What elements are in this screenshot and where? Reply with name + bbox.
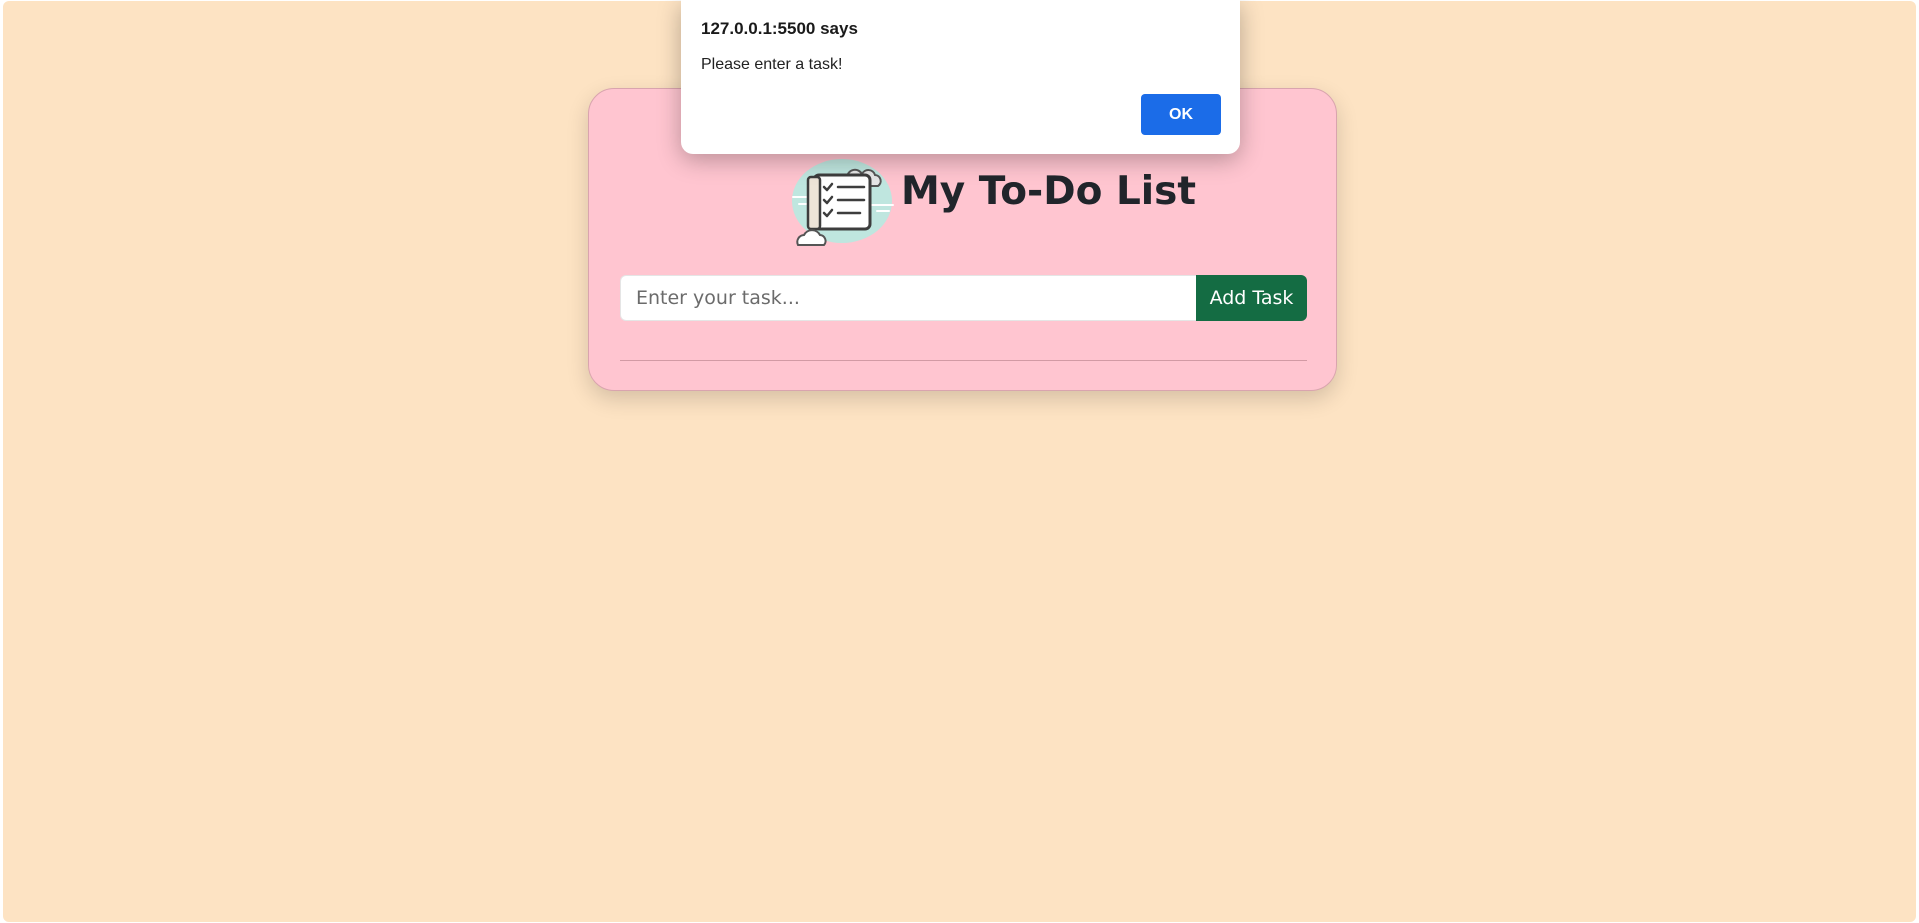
page-title: My To-Do List [901, 169, 1197, 214]
task-input-row: Add Task [620, 275, 1307, 321]
checklist-icon [792, 159, 894, 246]
task-input[interactable] [620, 275, 1196, 321]
card-header: My To-Do List [589, 147, 1336, 247]
ok-button[interactable]: OK [1141, 94, 1221, 135]
alert-message: Please enter a task! [701, 56, 843, 73]
alert-title: 127.0.0.1:5500 says [701, 19, 858, 38]
task-list-divider [620, 360, 1307, 361]
alert-dialog: 127.0.0.1:5500 says Please enter a task!… [681, 0, 1240, 154]
add-task-button[interactable]: Add Task [1196, 275, 1307, 321]
